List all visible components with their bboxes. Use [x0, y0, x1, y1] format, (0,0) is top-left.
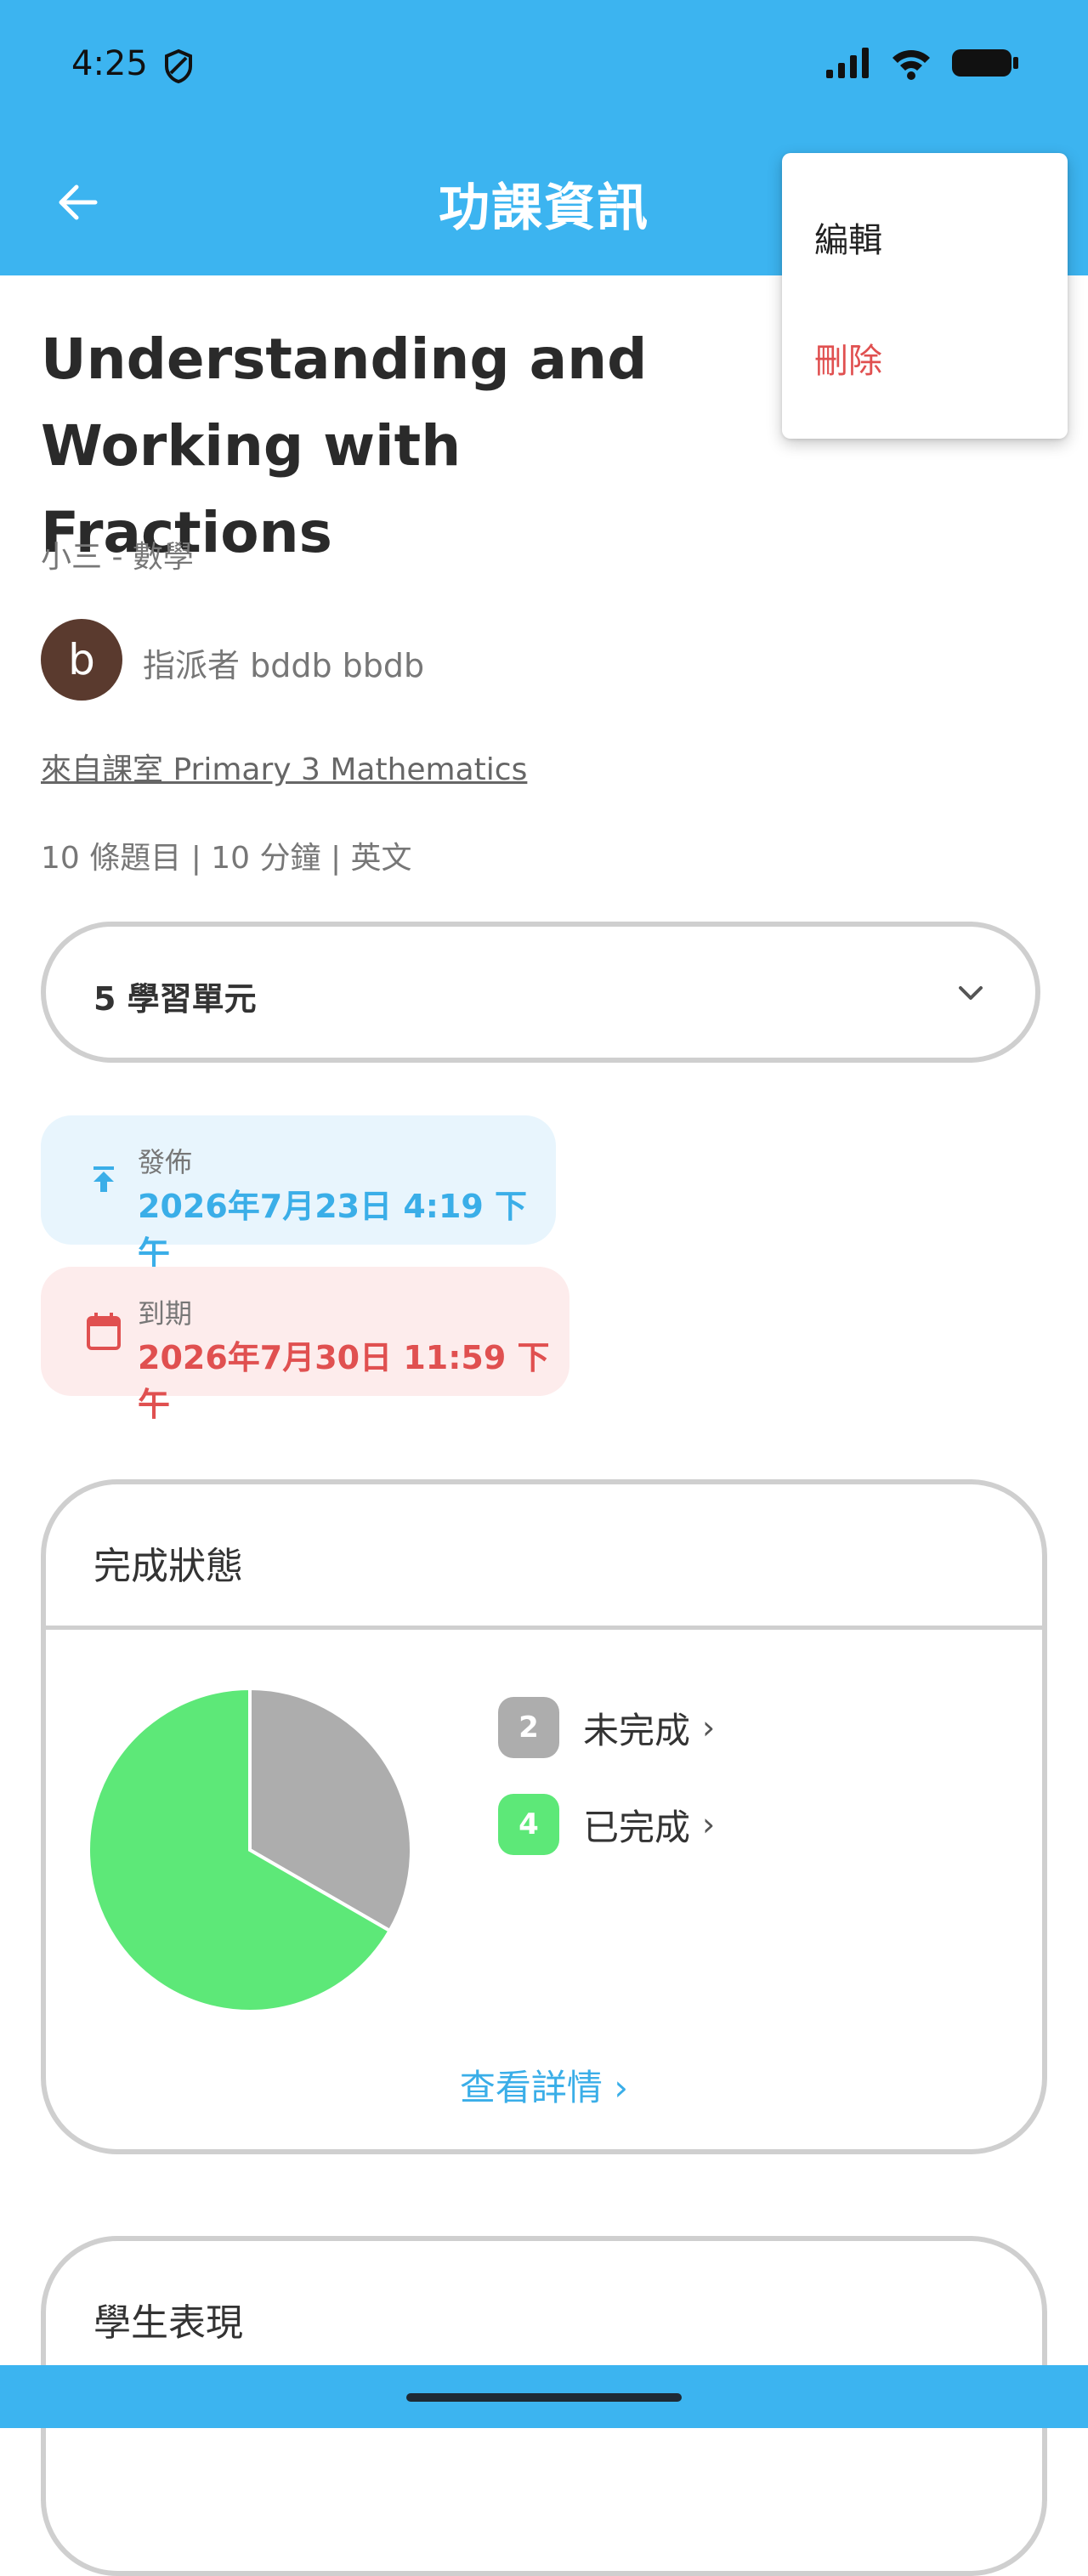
- learning-units-label: 5 學習單元: [94, 980, 257, 1018]
- delete-menu-item[interactable]: 刪除: [814, 333, 882, 383]
- signal-icon: [826, 48, 869, 78]
- status-time: 4:25: [71, 44, 148, 83]
- chevron-right-icon: ›: [702, 1709, 716, 1746]
- grade-subject: 小三 - 數學: [41, 540, 194, 575]
- status-icons: [824, 46, 1020, 80]
- due-label: 到期: [138, 1297, 193, 1330]
- publish-date: 2026年7月23日 4:19 下午: [138, 1188, 528, 1272]
- edit-menu-item[interactable]: 編輯: [814, 213, 882, 262]
- student-performance-title: 學生表現: [94, 2301, 243, 2345]
- publish-icon: [94, 1166, 114, 1192]
- complete-count-badge: 4: [498, 1794, 559, 1855]
- due-date-chip: 到期 2026年7月30日 11:59 下午: [41, 1267, 570, 1423]
- view-details-link[interactable]: 查看詳情 ›: [46, 2059, 1042, 2111]
- legend-incomplete[interactable]: 2 未完成 ›: [498, 1697, 715, 1758]
- incomplete-label: 未完成: [583, 1709, 691, 1751]
- wifi-icon: [892, 50, 930, 80]
- classroom-link[interactable]: 來自課室 Primary 3 Mathematics: [41, 745, 527, 789]
- completion-status-card: 完成狀態 2 未完成 › 4 已完成 › 查看詳情 ›: [41, 1479, 1047, 2154]
- battery-icon: [952, 49, 1018, 77]
- home-indicator[interactable]: [406, 2393, 682, 2402]
- completion-status-title: 完成狀態: [94, 1545, 243, 1588]
- publish-date-chip: 發佈 2026年7月23日 4:19 下午: [41, 1115, 556, 1272]
- legend-complete[interactable]: 4 已完成 ›: [498, 1794, 715, 1855]
- completion-pie-chart: [87, 1686, 413, 2013]
- chevron-down-icon: [959, 986, 983, 1000]
- learning-units-dropdown[interactable]: 5 學習單元: [41, 922, 1040, 1063]
- calendar-icon: [87, 1313, 121, 1350]
- incomplete-count-badge: 2: [498, 1697, 559, 1758]
- card-divider: [46, 1626, 1042, 1630]
- assigner-label: 指派者 bddb bbdb: [143, 647, 425, 684]
- complete-label: 已完成: [583, 1806, 691, 1848]
- overflow-menu: 編輯 刪除: [782, 153, 1068, 439]
- shield-icon: [165, 48, 192, 84]
- due-date: 2026年7月30日 11:59 下午: [138, 1339, 550, 1423]
- avatar: b: [41, 619, 122, 701]
- chevron-right-icon: ›: [702, 1806, 716, 1843]
- avatar-letter: b: [68, 635, 95, 684]
- homework-stats: 10 條題目 | 10 分鐘 | 英文: [41, 841, 412, 876]
- publish-label: 發佈: [138, 1146, 193, 1178]
